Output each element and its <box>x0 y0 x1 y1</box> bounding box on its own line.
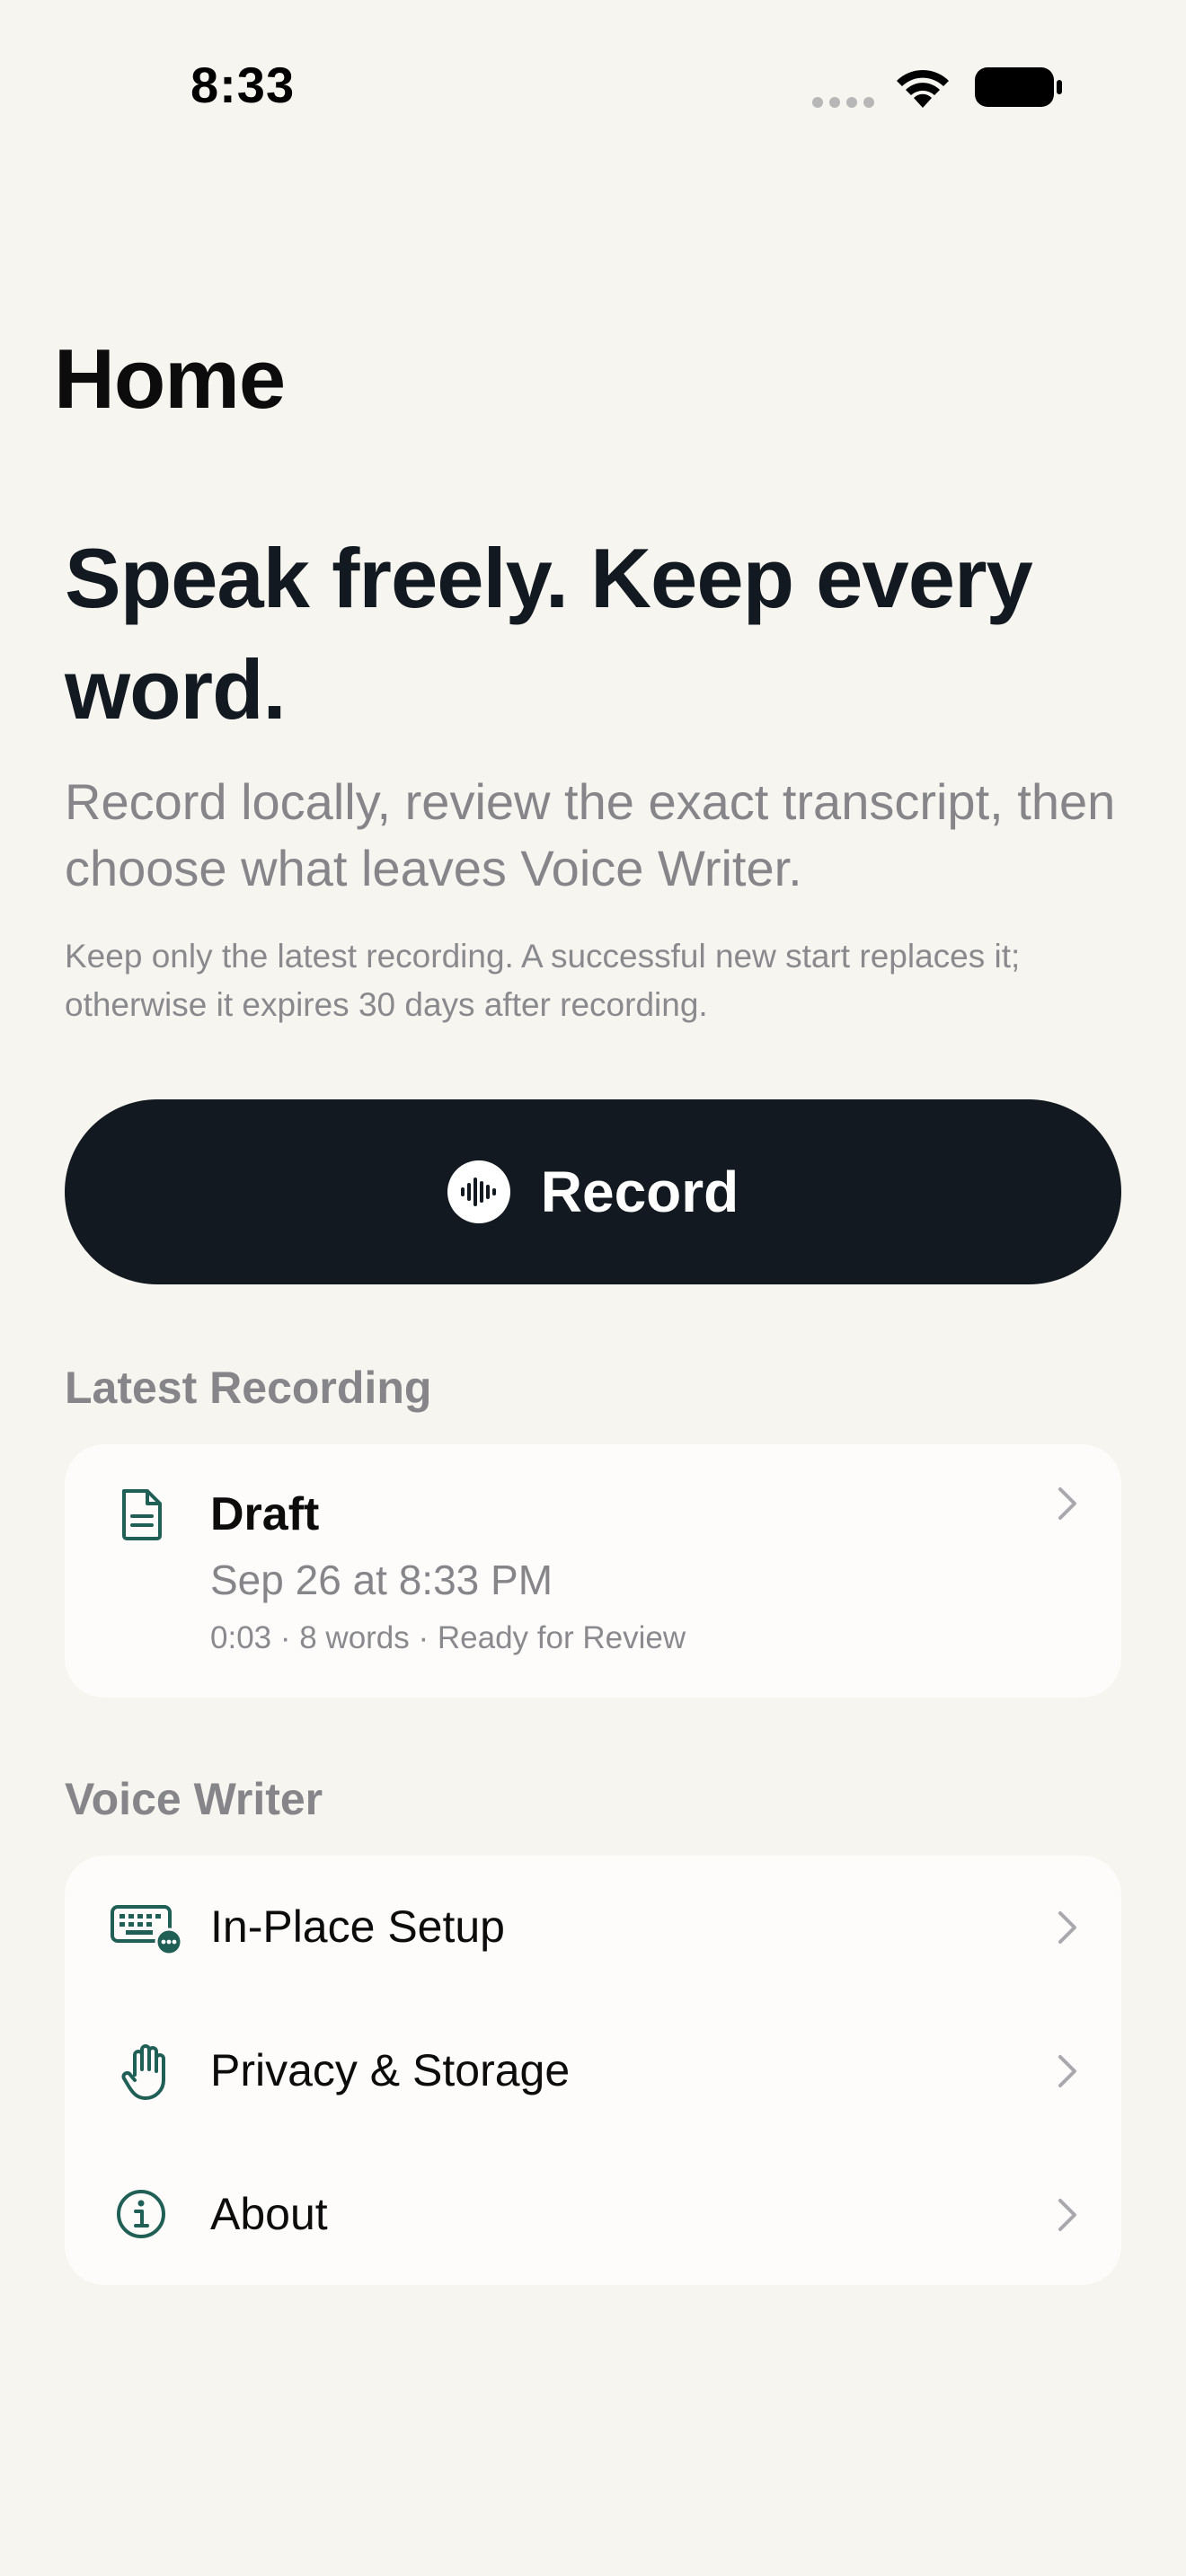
recording-date: Sep 26 at 8:33 PM <box>210 1557 553 1603</box>
recording-title: Draft <box>210 1488 320 1540</box>
status-time: 8:33 <box>190 57 296 113</box>
hero-title: Speak freely. Keep every word. <box>65 531 1033 737</box>
menu-item-in-place-setup[interactable]: In-Place Setup <box>65 1856 1121 1999</box>
battery-icon <box>975 67 1062 107</box>
voice-writer-header: Voice Writer <box>65 1774 323 1824</box>
wifi-icon <box>897 69 949 108</box>
latest-recording-card[interactable]: Draft Sep 26 at 8:33 PM 0:03 · 8 words ·… <box>65 1444 1121 1698</box>
keyboard-icon <box>111 1905 181 1956</box>
chevron-right-icon <box>1058 1487 1076 1520</box>
voice-writer-menu: In-Place Setup Privacy & Storage About <box>65 1856 1121 2285</box>
chevron-right-icon <box>1058 1911 1076 1944</box>
hand-icon <box>121 2044 165 2100</box>
menu-item-label: In-Place Setup <box>210 1901 505 1952</box>
retention-note: Keep only the latest recording. A succes… <box>65 938 1021 1023</box>
waveform-icon <box>447 1160 510 1223</box>
record-button-label: Record <box>540 1160 739 1224</box>
record-button[interactable]: Record <box>65 1099 1121 1284</box>
chevron-right-icon <box>1058 2199 1076 2231</box>
page-title: Home <box>54 331 286 426</box>
recording-meta: 0:03 · 8 words · Ready for Review <box>210 1620 686 1655</box>
document-icon <box>122 1489 162 1540</box>
menu-item-about[interactable]: About <box>65 2143 1121 2287</box>
menu-item-label: About <box>210 2189 328 2239</box>
info-icon <box>117 2190 165 2238</box>
latest-recording-header: Latest Recording <box>65 1363 432 1413</box>
menu-item-label: Privacy & Storage <box>210 2045 571 2095</box>
chevron-right-icon <box>1058 2055 1076 2087</box>
status-bar: 8:33 <box>0 0 1186 171</box>
hero-subtitle: Record locally, review the exact transcr… <box>65 773 1116 896</box>
home-screen: 8:33 Home Speak freely. Keep every word.… <box>0 0 1186 2576</box>
menu-item-privacy-storage[interactable]: Privacy & Storage <box>65 1999 1121 2143</box>
signal-dots-icon <box>812 97 875 110</box>
